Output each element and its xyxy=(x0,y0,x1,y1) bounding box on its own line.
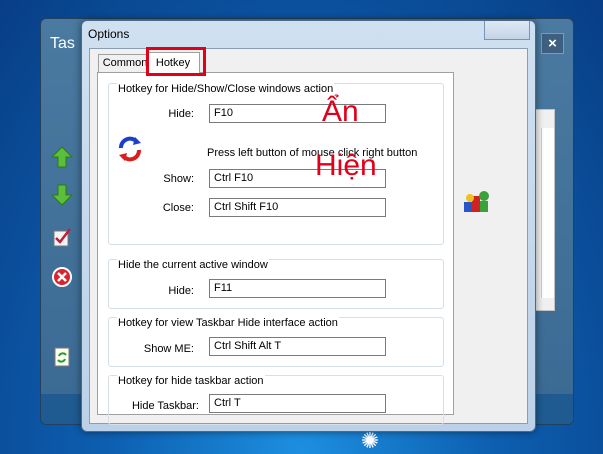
arrow-down-icon[interactable] xyxy=(50,183,74,207)
show-label: Show: xyxy=(163,173,194,185)
delete-icon[interactable] xyxy=(50,265,74,289)
hide-active-label: Hide: xyxy=(168,285,194,297)
swap-arrows-icon xyxy=(119,136,141,162)
hide-taskbar-hotkey-field[interactable]: Ctrl T xyxy=(209,394,386,413)
background-scrollbar[interactable] xyxy=(541,128,554,298)
hotkey-tab-highlight xyxy=(146,47,206,76)
group-title: Hotkey for hide taskbar action xyxy=(117,375,265,387)
show-me-hotkey-field[interactable]: Ctrl Shift Alt T xyxy=(209,337,386,356)
tab-common[interactable]: Common xyxy=(98,54,152,73)
annotation-an: Ẩn xyxy=(322,95,359,128)
close-label: Close: xyxy=(162,202,194,214)
background-app-title: Tas xyxy=(50,35,75,52)
hide-label: Hide: xyxy=(168,108,194,120)
group-title: Hotkey for view Taskbar Hide interface a… xyxy=(117,317,339,329)
figure-logo-icon xyxy=(464,191,489,212)
hide-hotkey-field[interactable]: F10 xyxy=(209,104,386,123)
hide-active-hotkey-field[interactable]: F11 xyxy=(209,279,386,298)
dialog-close-button[interactable] xyxy=(484,21,530,40)
options-dialog: Options Common Hotkey Hotkey for Hide/Sh… xyxy=(81,20,536,432)
group-view-taskbar: Hotkey for view Taskbar Hide interface a… xyxy=(108,317,444,367)
group-title: Hide the current active window xyxy=(117,259,269,271)
annotation-hien: Hiện xyxy=(315,149,377,182)
mouse-click-note: Press left button of mouse click right b… xyxy=(207,147,418,159)
background-close-button[interactable]: × xyxy=(541,33,564,54)
check-edit-icon[interactable] xyxy=(50,225,74,249)
hide-taskbar-label: Hide Taskbar: xyxy=(131,400,199,412)
close-hotkey-field[interactable]: Ctrl Shift F10 xyxy=(209,198,386,217)
show-me-label: Show ME: xyxy=(143,343,194,355)
group-hide-taskbar: Hotkey for hide taskbar action Hide Task… xyxy=(108,375,444,425)
refresh-icon[interactable] xyxy=(50,345,74,369)
dialog-title: Options xyxy=(88,27,130,41)
group-hide-active-window: Hide the current active window Hide: F11 xyxy=(108,259,444,309)
group-title: Hotkey for Hide/Show/Close windows actio… xyxy=(117,83,335,95)
group-hide-show-close: Hotkey for Hide/Show/Close windows actio… xyxy=(108,83,444,245)
hotkey-tab-page: Hotkey for Hide/Show/Close windows actio… xyxy=(97,72,454,425)
arrow-up-icon[interactable] xyxy=(50,145,74,169)
background-toolbar xyxy=(47,139,81,399)
